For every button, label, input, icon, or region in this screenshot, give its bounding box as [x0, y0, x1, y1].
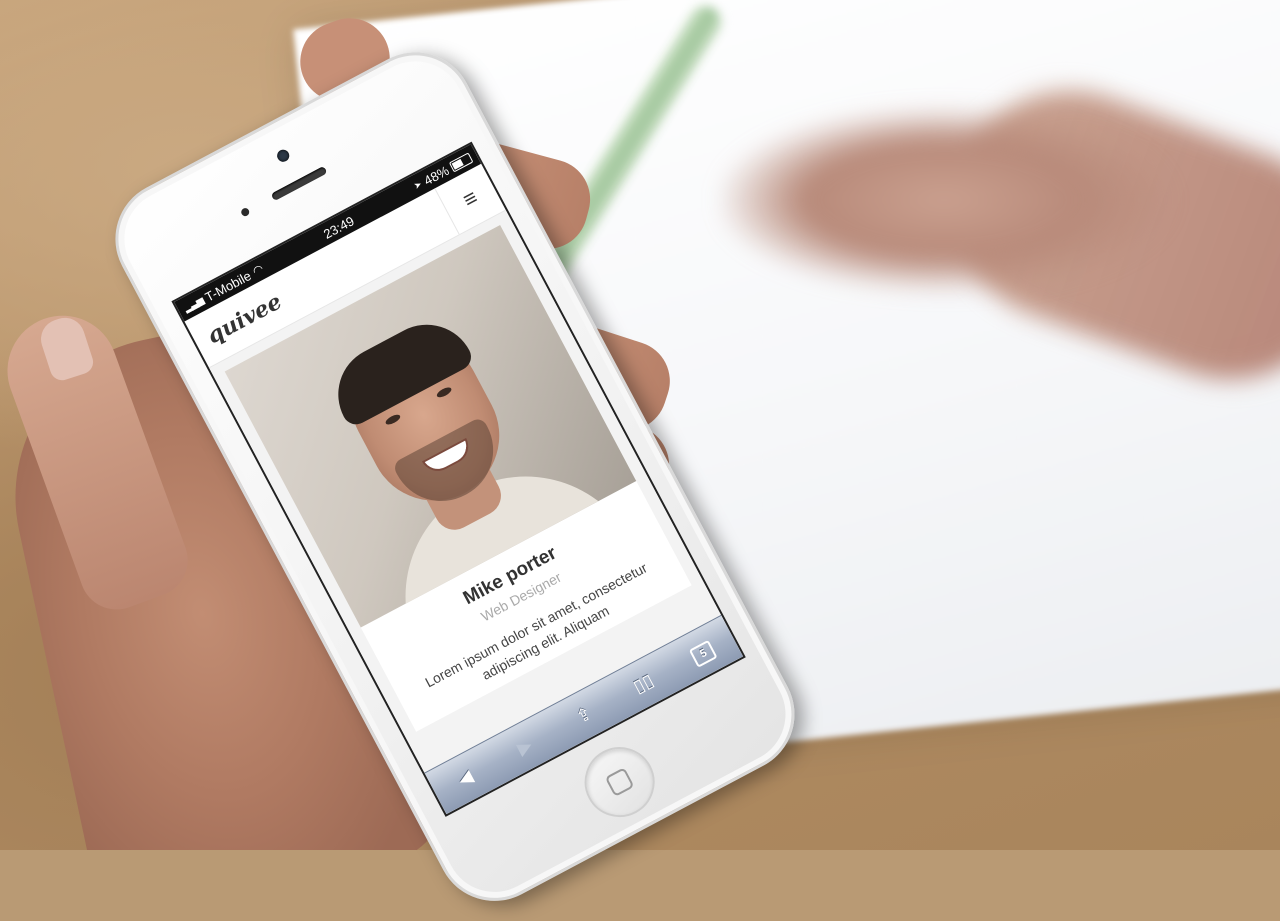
tabs-count: 5	[688, 639, 718, 668]
tabs-button[interactable]: 5	[680, 632, 726, 671]
home-square-icon	[604, 767, 635, 797]
back-arrow-icon[interactable]: ◀	[443, 759, 488, 796]
bookmarks-icon[interactable]: ▯▯	[621, 665, 666, 702]
location-icon: ➤	[411, 178, 424, 191]
forward-arrow-icon[interactable]: ▶	[502, 728, 547, 765]
writing-hand	[720, 60, 1280, 340]
wifi-icon: ◠	[250, 261, 266, 279]
share-icon[interactable]: ⇪	[561, 696, 606, 733]
